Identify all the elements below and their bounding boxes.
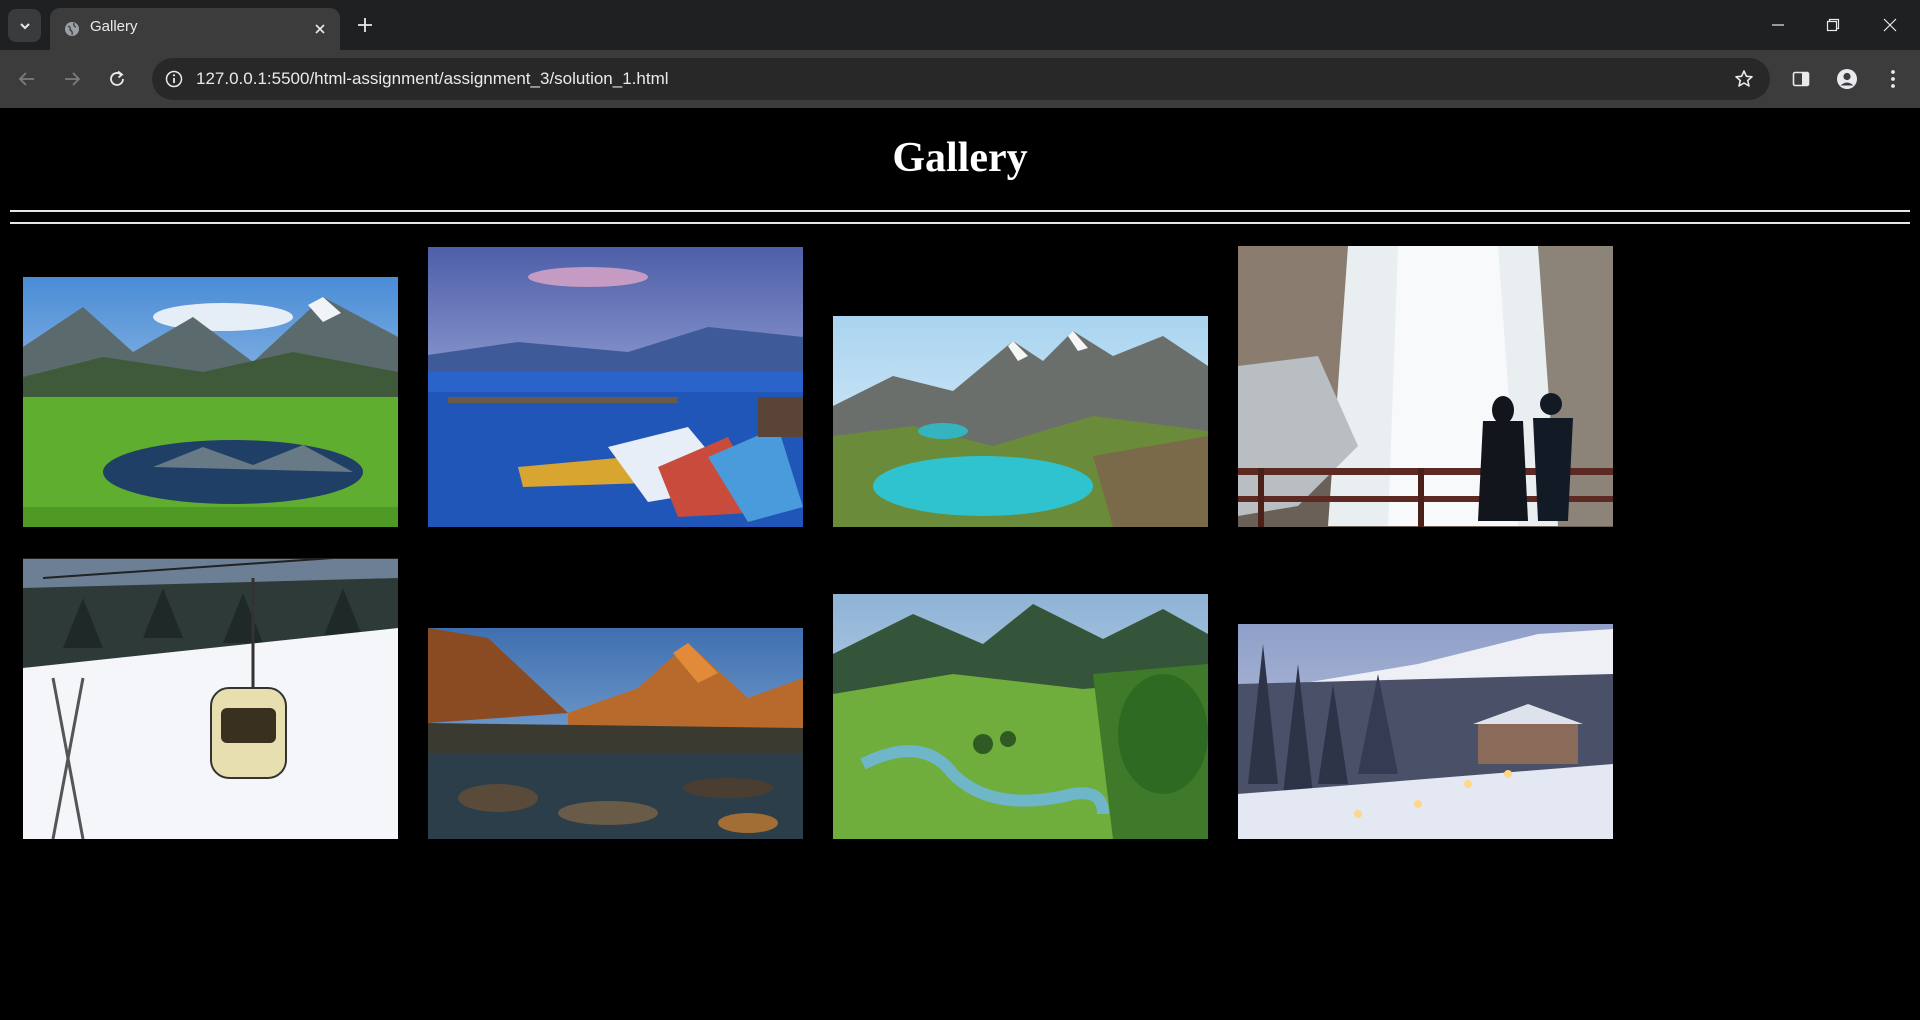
chevron-down-icon	[19, 22, 30, 29]
close-icon	[1883, 18, 1897, 32]
side-panel-icon	[1792, 71, 1810, 87]
minimize-icon	[1772, 24, 1784, 26]
tab-close-button[interactable]	[310, 19, 330, 39]
tab-strip: Gallery	[0, 0, 1920, 50]
bookmark-button[interactable]	[1732, 67, 1756, 91]
page-title: Gallery	[892, 135, 1028, 181]
restore-icon	[1826, 18, 1840, 32]
page-content: Gallery	[0, 108, 1920, 1020]
reload-button[interactable]	[102, 64, 132, 94]
address-bar[interactable]: 127.0.0.1:5500/html-assignment/assignmen…	[152, 58, 1770, 100]
green-valley-river-image	[833, 594, 1208, 839]
arrow-left-icon	[18, 72, 34, 86]
gallery-image	[23, 558, 398, 839]
restore-button[interactable]	[1818, 10, 1848, 40]
menu-button[interactable]	[1878, 64, 1908, 94]
alpine-lake-image	[833, 316, 1208, 527]
globe-icon	[65, 22, 79, 36]
divider-line	[10, 210, 1910, 212]
close-icon	[315, 24, 325, 34]
browser-tab[interactable]: Gallery	[50, 8, 340, 50]
kebab-menu-icon	[1891, 70, 1895, 88]
url-text[interactable]: 127.0.0.1:5500/html-assignment/assignmen…	[196, 69, 669, 89]
cable-car-image	[23, 558, 398, 839]
forward-button[interactable]	[57, 64, 87, 94]
divider-line	[10, 222, 1910, 224]
site-info-button[interactable]	[160, 65, 188, 93]
frozen-waterfall-image	[1238, 246, 1613, 527]
gallery-image	[833, 316, 1208, 527]
gallery-image	[1238, 246, 1613, 527]
arrow-right-icon	[65, 72, 81, 86]
side-panel-button[interactable]	[1786, 64, 1816, 94]
gallery-image	[833, 594, 1208, 839]
plus-icon	[358, 18, 372, 32]
browser-toolbar: 127.0.0.1:5500/html-assignment/assignmen…	[0, 50, 1920, 108]
mountain-meadow-image	[23, 277, 398, 527]
profile-button[interactable]	[1832, 64, 1862, 94]
lake-boats-image	[428, 247, 803, 527]
gallery-image	[23, 277, 398, 527]
snowy-resort-image	[1238, 624, 1613, 839]
gallery-image	[1238, 624, 1613, 839]
tab-title: Gallery	[90, 18, 138, 35]
reload-icon	[110, 70, 124, 86]
minimize-button[interactable]	[1763, 10, 1793, 40]
avatar-icon	[1837, 69, 1857, 89]
star-icon	[1735, 70, 1753, 87]
river-sunset-peaks-image	[428, 628, 803, 839]
gallery-image	[428, 247, 803, 527]
info-icon	[165, 70, 183, 88]
gallery-image	[428, 628, 803, 839]
new-tab-button[interactable]	[352, 12, 378, 38]
close-window-button[interactable]	[1875, 10, 1905, 40]
back-button[interactable]	[12, 64, 42, 94]
tab-search-button[interactable]	[8, 9, 41, 42]
